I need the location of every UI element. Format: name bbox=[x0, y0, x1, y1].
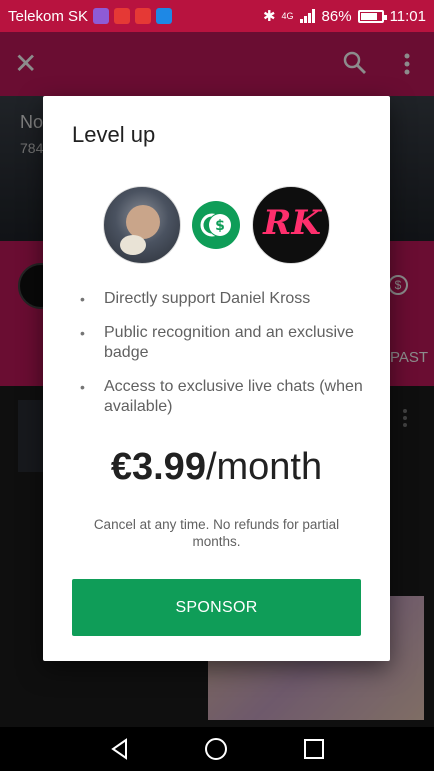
back-icon[interactable] bbox=[108, 737, 132, 761]
cancellation-note: Cancel at any time. No refunds for parti… bbox=[93, 517, 340, 549]
recents-icon[interactable] bbox=[302, 737, 326, 761]
bluetooth-icon: ✱ bbox=[262, 8, 276, 25]
list-item: • Access to exclusive live chats (when av… bbox=[80, 378, 363, 415]
sponsor-dialog: Level up $ RK • Directly support Daniel K… bbox=[43, 96, 390, 661]
dialog-title: Level up bbox=[72, 122, 156, 147]
messenger-notification-icon bbox=[156, 8, 173, 24]
sponsor-button[interactable]: SPONSOR bbox=[72, 579, 361, 636]
avatars-row: $ RK bbox=[43, 186, 390, 264]
perk-text: Public recognition and an exclusive badg… bbox=[104, 324, 354, 361]
svg-text:$: $ bbox=[215, 218, 225, 234]
channel-logo: RK bbox=[252, 186, 330, 264]
sponsor-coin-icon: $ bbox=[192, 201, 240, 249]
perk-text: Directly support Daniel Kross bbox=[104, 290, 311, 307]
perks-list: • Directly support Daniel Kross • Public r… bbox=[80, 289, 370, 431]
network-type: 4G bbox=[281, 11, 294, 21]
list-item: • Public recognition and an exclusive bad… bbox=[80, 324, 354, 361]
perk-text: Access to exclusive live chats (when ava… bbox=[104, 378, 363, 415]
navigation-bar bbox=[0, 727, 434, 771]
clock: 11:01 bbox=[389, 7, 426, 25]
gmail-notification-icon bbox=[135, 8, 152, 24]
carrier-name: Telekom SK bbox=[8, 7, 89, 25]
price: €3.99/month bbox=[43, 446, 390, 489]
youtube-notification-icon bbox=[114, 8, 131, 24]
battery-icon bbox=[357, 9, 387, 23]
list-item: • Directly support Daniel Kross bbox=[80, 290, 311, 307]
price-amount: €3.99 bbox=[110, 446, 206, 488]
signal-icon bbox=[299, 9, 315, 23]
gallery-notification-icon bbox=[93, 8, 110, 24]
price-period: /month bbox=[205, 446, 323, 488]
battery-percent: 86% bbox=[321, 7, 352, 25]
user-avatar bbox=[103, 186, 181, 264]
home-icon[interactable] bbox=[204, 737, 228, 761]
status-bar: Telekom SK ✱ 4G 86% 11:01 bbox=[0, 0, 434, 32]
